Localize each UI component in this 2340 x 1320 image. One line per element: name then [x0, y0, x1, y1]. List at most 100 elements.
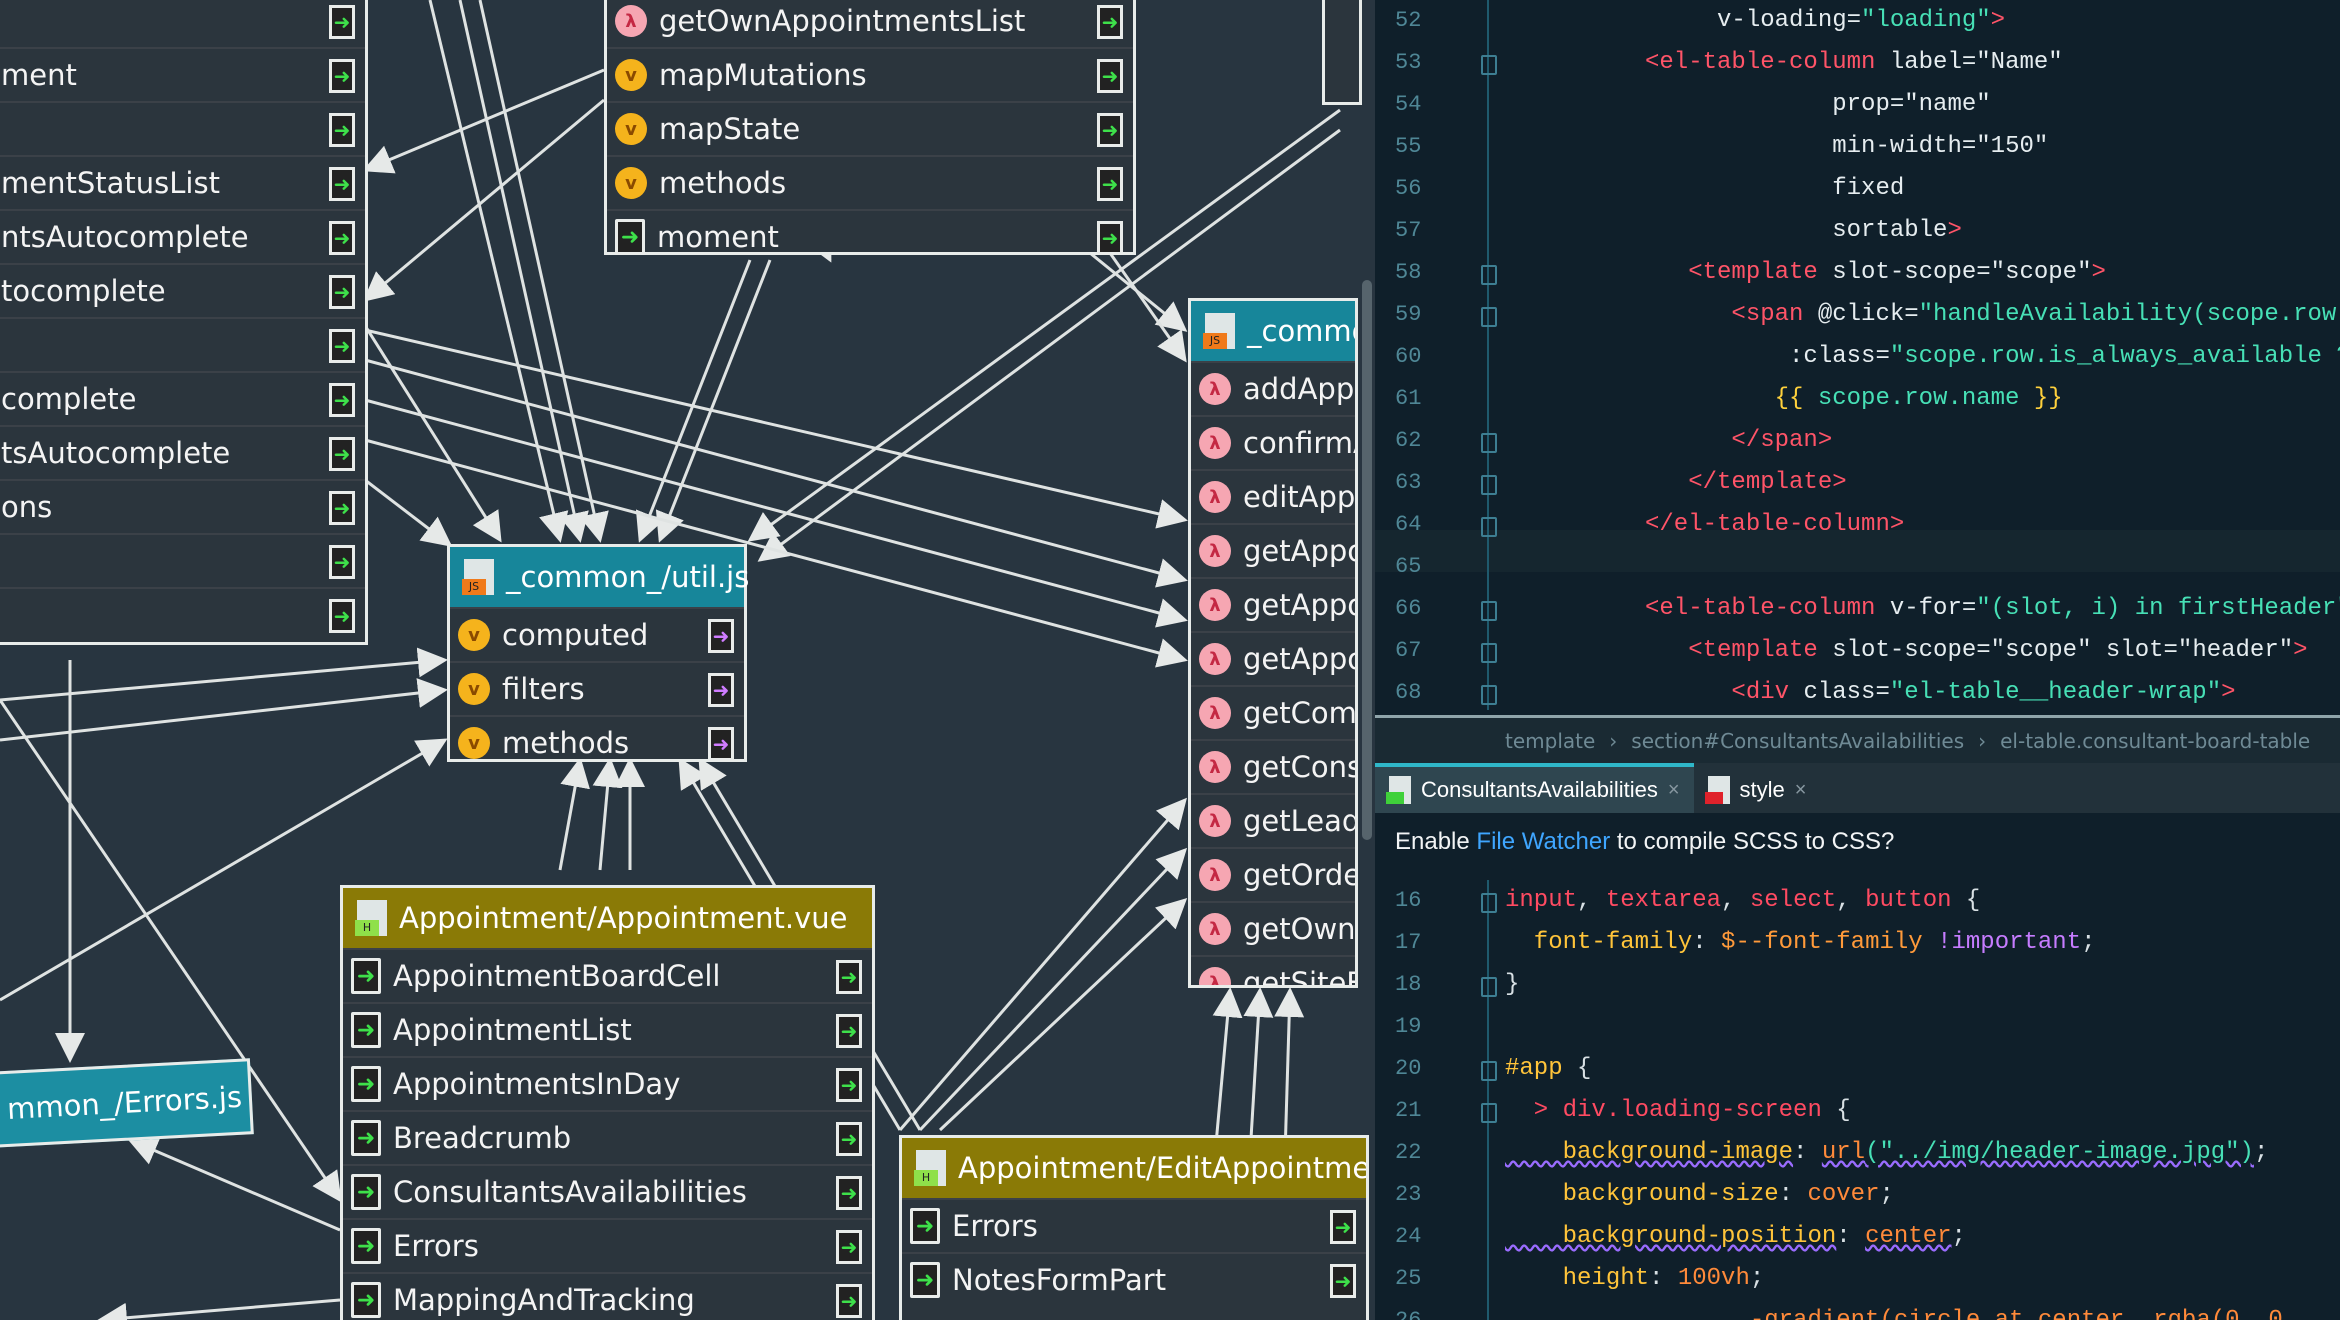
- fold-marker-icon[interactable]: [1481, 55, 1497, 75]
- import-arrow-icon[interactable]: ➜: [836, 1176, 862, 1210]
- fold-marker-icon[interactable]: [1481, 475, 1497, 495]
- node-member-row[interactable]: ➜: [0, 0, 365, 47]
- close-icon[interactable]: ×: [1668, 779, 1680, 802]
- node-member-row[interactable]: λ getConsul: [1191, 739, 1355, 793]
- code-line[interactable]: 54 prop="name": [1375, 84, 2340, 126]
- export-arrow-icon[interactable]: ➜: [708, 673, 734, 707]
- diagram-scrollbar[interactable]: [1362, 280, 1372, 840]
- node-member-row[interactable]: ➜: [0, 317, 365, 371]
- diagram-node-util[interactable]: JS _common_/util.js v computed ➜ v filters ➜ v m…: [447, 544, 749, 762]
- import-arrow-icon[interactable]: ➜: [1330, 1264, 1356, 1298]
- node-member-row[interactable]: ntsAutocomplete ➜: [0, 209, 365, 263]
- breadcrumb-item[interactable]: template: [1505, 729, 1595, 753]
- code-line[interactable]: 16 input, textarea, select, button {: [1375, 880, 2340, 922]
- node-member-row[interactable]: ➜ Errors ➜: [902, 1198, 1366, 1252]
- node-member-row[interactable]: ➜ Breadcrumb ➜: [343, 1110, 872, 1164]
- node-member-row[interactable]: ➜ MappingAndTracking ➜: [343, 1272, 872, 1320]
- node-member-row[interactable]: ➜: [0, 533, 365, 587]
- node-member-row[interactable]: λ getAppoir: [1191, 523, 1355, 577]
- import-arrow-icon[interactable]: ➜: [1097, 221, 1123, 255]
- node-member-row[interactable]: ➜ AppointmentsInDay ➜: [343, 1056, 872, 1110]
- fold-marker-icon[interactable]: [1481, 601, 1497, 621]
- export-arrow-icon[interactable]: ➜: [708, 619, 734, 653]
- code-line[interactable]: 24 background-position: center;: [1375, 1216, 2340, 1258]
- node-member-row[interactable]: ➜ NotesFormPart ➜: [902, 1252, 1366, 1306]
- export-arrow-icon[interactable]: ➜: [708, 727, 734, 761]
- node-member-row[interactable]: λ getCompa: [1191, 685, 1355, 739]
- node-member-row[interactable]: λ getAppoir: [1191, 631, 1355, 685]
- code-line[interactable]: 53 <el-table-column label="Name": [1375, 42, 2340, 84]
- code-line[interactable]: 56 fixed: [1375, 168, 2340, 210]
- import-arrow-icon[interactable]: ➜: [329, 545, 355, 579]
- import-arrow-icon[interactable]: ➜: [1097, 59, 1123, 93]
- import-arrow-icon[interactable]: ➜: [329, 59, 355, 93]
- close-icon[interactable]: ×: [1795, 779, 1807, 802]
- node-member-row[interactable]: complete ➜: [0, 371, 365, 425]
- diagram-node-top[interactable]: λ getOwnAppointmentsList ➜ v mapMutations ➜ v m…: [604, 0, 1136, 255]
- fold-marker-icon[interactable]: [1481, 1061, 1497, 1081]
- code-line[interactable]: 23 background-size: cover;: [1375, 1174, 2340, 1216]
- fold-marker-icon[interactable]: [1481, 643, 1497, 663]
- diagram-node-edit-appointment[interactable]: H Appointment/EditAppointment.vue ➜ Errors…: [899, 1135, 1369, 1320]
- code-line[interactable]: 58 <template slot-scope="scope">: [1375, 252, 2340, 294]
- code-line[interactable]: 59 <span @click="handleAvailability(scop…: [1375, 294, 2340, 336]
- breadcrumb-item[interactable]: section#ConsultantsAvailabilities: [1631, 729, 1964, 753]
- node-member-row[interactable]: λ getOrderE: [1191, 847, 1355, 901]
- tab-style[interactable]: style ×: [1694, 767, 1821, 813]
- node-member-row[interactable]: ➜ ConsultantsAvailabilities ➜: [343, 1164, 872, 1218]
- code-line[interactable]: 17 font-family: $--font-family !importan…: [1375, 922, 2340, 964]
- fold-marker-icon[interactable]: [1481, 977, 1497, 997]
- code-line[interactable]: 55 min-width="150": [1375, 126, 2340, 168]
- node-member-row[interactable]: ➜ AppointmentList ➜: [343, 1002, 872, 1056]
- node-member-row[interactable]: λ confirmAp: [1191, 415, 1355, 469]
- code-line[interactable]: 25 height: 100vh;: [1375, 1258, 2340, 1300]
- code-line[interactable]: 64 </el-table-column>: [1375, 504, 2340, 546]
- code-line[interactable]: 18}: [1375, 964, 2340, 1006]
- node-member-row[interactable]: ➜: [0, 587, 365, 641]
- import-arrow-icon[interactable]: ➜: [329, 599, 355, 633]
- import-arrow-icon[interactable]: ➜: [836, 1284, 862, 1318]
- import-arrow-icon[interactable]: ➜: [329, 329, 355, 363]
- import-arrow-icon[interactable]: ➜: [836, 960, 862, 994]
- node-member-row[interactable]: ➜: [0, 101, 365, 155]
- import-arrow-icon[interactable]: ➜: [836, 1230, 862, 1264]
- node-member-row[interactable]: v computed ➜: [450, 607, 744, 661]
- code-line[interactable]: 60 :class="scope.row.is_always_available…: [1375, 336, 2340, 378]
- code-line[interactable]: 20 #app {: [1375, 1048, 2340, 1090]
- import-arrow-icon[interactable]: ➜: [1330, 1210, 1356, 1244]
- tab-consultants-availabilities[interactable]: ConsultantsAvailabilities ×: [1375, 763, 1694, 813]
- breadcrumb-item[interactable]: el-table.consultant-board-table: [2000, 729, 2310, 753]
- import-arrow-icon[interactable]: ➜: [836, 1014, 862, 1048]
- file-watcher-link[interactable]: File Watcher: [1476, 828, 1610, 855]
- node-member-row[interactable]: λ getSiteEve: [1191, 955, 1355, 985]
- fold-marker-icon[interactable]: [1481, 893, 1497, 913]
- node-member-row[interactable]: ons ➜: [0, 479, 365, 533]
- import-arrow-icon[interactable]: ➜: [329, 383, 355, 417]
- import-arrow-icon[interactable]: ➜: [329, 437, 355, 471]
- code-line[interactable]: 65: [1375, 546, 2340, 588]
- node-member-row[interactable]: tsAutocomplete ➜: [0, 425, 365, 479]
- code-line[interactable]: 19: [1375, 1006, 2340, 1048]
- diagram-node-partial[interactable]: [1322, 0, 1362, 105]
- node-member-row[interactable]: v methods ➜: [450, 715, 744, 769]
- import-arrow-icon[interactable]: ➜: [329, 113, 355, 147]
- code-line[interactable]: 26 ...-gradient(circle at center, rgba(0…: [1375, 1300, 2340, 1320]
- node-member-row[interactable]: λ getOwnAp: [1191, 901, 1355, 955]
- diagram-node-errors[interactable]: mmon_/Errors.js: [0, 1058, 254, 1148]
- fold-marker-icon[interactable]: [1481, 265, 1497, 285]
- node-member-row[interactable]: λ getLeadsA: [1191, 793, 1355, 847]
- import-arrow-icon[interactable]: ➜: [329, 275, 355, 309]
- code-line[interactable]: 21 > div.loading-screen {: [1375, 1090, 2340, 1132]
- import-arrow-icon[interactable]: ➜: [329, 491, 355, 525]
- code-line[interactable]: 57 sortable>: [1375, 210, 2340, 252]
- code-line[interactable]: 68 <div class="el-table__header-wrap">: [1375, 672, 2340, 714]
- node-member-row[interactable]: ➜ AppointmentBoardCell ➜: [343, 948, 872, 1002]
- fold-marker-icon[interactable]: [1481, 307, 1497, 327]
- node-member-row[interactable]: mentStatusList ➜: [0, 155, 365, 209]
- diagram-node-common[interactable]: JS _common_ λ addAppoi λ confirmAp λ editAppoi…: [1188, 298, 1358, 988]
- node-member-row[interactable]: λ addAppoi: [1191, 361, 1355, 415]
- node-member-row[interactable]: v filters ➜: [450, 661, 744, 715]
- import-arrow-icon[interactable]: ➜: [836, 1068, 862, 1102]
- code-line[interactable]: 66 <el-table-column v-for="(slot, i) in f…: [1375, 588, 2340, 630]
- import-arrow-icon[interactable]: ➜: [836, 1122, 862, 1156]
